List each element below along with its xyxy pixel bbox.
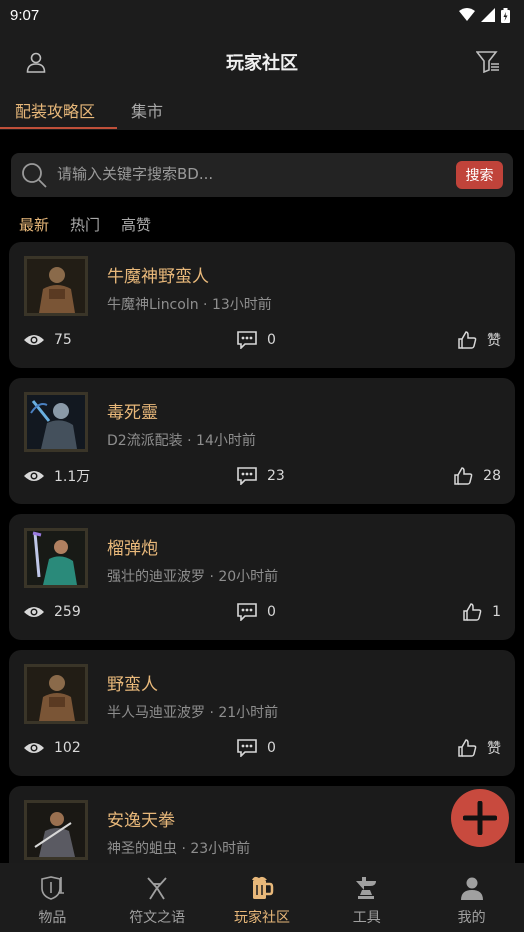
amazon-portrait — [24, 528, 88, 588]
comment-icon — [237, 467, 257, 485]
filter-icon — [476, 51, 499, 73]
search-bar: 请输入关键字搜索BD... 搜索 — [11, 153, 513, 197]
search-input[interactable]: 请输入关键字搜索BD... — [57, 163, 437, 187]
nav-item-profile[interactable]: 我的 — [419, 863, 524, 932]
post-meta: 强壮的迪亚波罗 · 20小时前 — [107, 569, 279, 585]
comments-stat[interactable]: 23 — [237, 464, 285, 488]
anvil-icon — [355, 877, 376, 899]
page-title: 玩家社区 — [226, 53, 298, 74]
comment-icon — [237, 331, 257, 349]
search-icon — [22, 163, 47, 188]
views-count: 1.1万 — [54, 469, 91, 485]
post-title: 野蛮人 — [107, 675, 158, 695]
comments-count: 0 — [267, 332, 276, 348]
post-meta: 牛魔神Lincoln · 13小时前 — [107, 297, 272, 313]
barbarian-portrait — [24, 256, 88, 316]
bottom-nav: 物品 符文之语 玩家社区 工具 我的 — [0, 863, 524, 932]
nav-item-community[interactable]: 玩家社区 — [210, 863, 315, 932]
post-meta: 半人马迪亚波罗 · 21小时前 — [107, 705, 279, 721]
comments-count: 0 — [267, 740, 276, 756]
views-stat: 102 — [24, 736, 81, 760]
wifi-icon — [459, 8, 475, 21]
nav-label: 玩家社区 — [233, 910, 290, 926]
person-icon — [460, 877, 483, 900]
necromancer-portrait — [24, 392, 88, 452]
post-card[interactable]: 安逸天拳 神圣的蛆虫 · 23小时前 — [9, 786, 515, 863]
comment-icon — [237, 603, 257, 621]
views-count: 259 — [54, 604, 81, 620]
nav-label: 物品 — [38, 910, 67, 926]
post-title: 榴弹炮 — [107, 539, 158, 559]
post-card[interactable]: 野蛮人 半人马迪亚波罗 · 21小时前 102 0 赞 — [9, 650, 515, 776]
sort-tab-top-rated[interactable]: 高赞 — [121, 214, 151, 235]
sort-tab-hot[interactable]: 热门 — [70, 214, 100, 235]
create-post-button[interactable] — [451, 789, 509, 847]
like-button[interactable]: 赞 — [458, 736, 501, 760]
post-card[interactable]: 毒死靈 D2流派配装 · 14小时前 1.1万 23 28 — [9, 378, 515, 504]
beer-mug-icon — [251, 876, 274, 899]
thumbs-up-icon — [458, 739, 477, 757]
search-button[interactable]: 搜索 — [456, 161, 503, 189]
post-title: 安逸天拳 — [107, 811, 175, 831]
eye-icon — [24, 743, 44, 753]
post-meta: D2流派配装 · 14小时前 — [107, 433, 256, 449]
post-title: 牛魔神野蛮人 — [107, 267, 209, 287]
eye-icon — [24, 335, 44, 345]
signal-icon — [481, 8, 495, 22]
likes-count: 1 — [492, 604, 501, 620]
filter-button[interactable] — [470, 44, 506, 80]
shield-sword-icon — [41, 876, 65, 900]
likes-count: 赞 — [487, 741, 501, 757]
comments-stat[interactable]: 0 — [237, 736, 276, 760]
views-stat: 75 — [24, 328, 72, 352]
nav-item-runewords[interactable]: 符文之语 — [105, 863, 210, 932]
paladin-portrait — [24, 800, 88, 860]
sort-tab-latest[interactable]: 最新 — [19, 214, 49, 235]
thumbs-up-icon — [454, 467, 473, 485]
thumbs-up-icon — [463, 603, 482, 621]
battery-icon — [501, 7, 510, 23]
rune-icon — [147, 877, 167, 900]
likes-count: 赞 — [487, 333, 501, 349]
nav-label: 符文之语 — [129, 910, 186, 926]
nav-item-tools[interactable]: 工具 — [314, 863, 419, 932]
views-stat: 1.1万 — [24, 464, 90, 488]
tab-build-guides[interactable]: 配装攻略区 — [15, 98, 95, 122]
section-tabs: 配装攻略区 集市 — [0, 94, 524, 130]
active-tab-indicator — [0, 127, 117, 129]
nav-label: 工具 — [352, 910, 381, 926]
likes-count: 28 — [483, 468, 501, 484]
status-bar: 9:07 — [0, 0, 524, 30]
nav-label: 我的 — [457, 910, 486, 926]
status-icons — [459, 7, 510, 23]
like-button[interactable]: 28 — [454, 464, 501, 488]
comments-count: 23 — [267, 468, 285, 484]
barbarian-portrait — [24, 664, 88, 724]
top-bar: 玩家社区 — [0, 30, 524, 94]
post-card[interactable]: 榴弹炮 强壮的迪亚波罗 · 20小时前 259 0 1 — [9, 514, 515, 640]
views-count: 102 — [54, 740, 81, 756]
views-stat: 259 — [24, 600, 81, 624]
like-button[interactable]: 1 — [463, 600, 501, 624]
eye-icon — [24, 607, 44, 617]
like-button[interactable]: 赞 — [458, 328, 501, 352]
tab-market[interactable]: 集市 — [131, 98, 163, 122]
post-meta: 神圣的蛆虫 · 23小时前 — [107, 841, 251, 857]
comments-stat[interactable]: 0 — [237, 328, 276, 352]
comments-stat[interactable]: 0 — [237, 600, 276, 624]
user-icon — [26, 52, 46, 73]
nav-item-items[interactable]: 物品 — [0, 863, 105, 932]
status-time: 9:07 — [10, 6, 40, 24]
comment-icon — [237, 739, 257, 757]
post-title: 毒死靈 — [107, 403, 158, 423]
thumbs-up-icon — [458, 331, 477, 349]
views-count: 75 — [54, 332, 72, 348]
profile-button[interactable] — [18, 44, 54, 80]
comments-count: 0 — [267, 604, 276, 620]
plus-icon — [463, 801, 497, 835]
post-card[interactable]: 牛魔神野蛮人 牛魔神Lincoln · 13小时前 75 0 赞 — [9, 242, 515, 368]
eye-icon — [24, 471, 44, 481]
